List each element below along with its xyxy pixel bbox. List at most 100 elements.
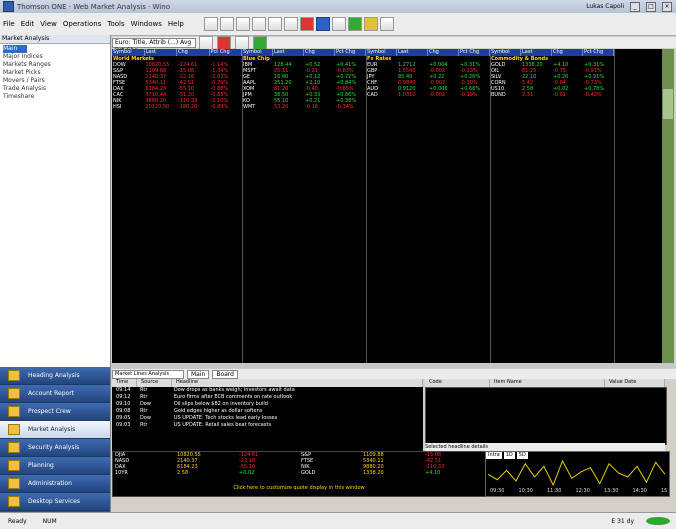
grid-delete-icon[interactable] bbox=[217, 35, 231, 50]
news-filter-select[interactable]: Market Lines Analysis bbox=[112, 369, 184, 379]
sidebar-item-major-indices[interactable]: Major Indices bbox=[3, 53, 107, 61]
news-row[interactable]: 09:12 Rtr Euro firms after ECB comments on… bbox=[112, 394, 423, 401]
toolbar-settings-icon[interactable] bbox=[379, 17, 394, 31]
toolbar-news-icon[interactable] bbox=[283, 17, 298, 31]
news-col-time[interactable]: Time bbox=[112, 379, 137, 387]
column-header-cell[interactable]: Chg bbox=[177, 49, 210, 56]
column-header-cell[interactable]: Chg bbox=[428, 49, 459, 56]
sidebar-item-market-picks[interactable]: Market Picks bbox=[3, 69, 107, 77]
column-header-cell[interactable]: Last bbox=[521, 49, 552, 56]
grid-add-icon[interactable] bbox=[235, 35, 249, 50]
ticker-message[interactable]: Click here to customize quote display in… bbox=[113, 485, 485, 491]
mini-chart-tick-label: 13:30 bbox=[604, 488, 618, 494]
sidebar-item-timeshare[interactable]: Timeshare bbox=[3, 93, 107, 101]
news-col-headline[interactable]: Headline bbox=[172, 379, 423, 387]
menu-tools[interactable]: Tools bbox=[104, 20, 127, 28]
quote-row[interactable]: HSI 20120.50 -180.20 -0.89% bbox=[112, 104, 242, 110]
nav-desktop-services[interactable]: Desktop Services bbox=[0, 493, 110, 511]
toolbar-alert-icon[interactable] bbox=[299, 17, 314, 31]
menu-help[interactable]: Help bbox=[165, 20, 187, 28]
column-header-cell[interactable]: Symbol bbox=[112, 49, 145, 56]
nav-administration[interactable]: Administration bbox=[0, 475, 110, 493]
detail-col-date[interactable]: Value Date bbox=[605, 379, 665, 387]
nav-account-report[interactable]: Account Report bbox=[0, 385, 110, 403]
news-row[interactable]: 09:10 Dow Oil slips below $82 on inventory… bbox=[112, 401, 423, 408]
column-header-cell[interactable]: Chg bbox=[552, 49, 583, 56]
sidebar-item-movers[interactable]: Movers / Pairs bbox=[3, 77, 107, 85]
close-button[interactable]: × bbox=[662, 1, 672, 12]
news-row[interactable]: 09:03 Rtr US UPDATE: Retail sales beat for… bbox=[112, 422, 423, 429]
detail-header: Code Item Name Value Date bbox=[425, 379, 665, 387]
menu-view[interactable]: View bbox=[37, 20, 60, 28]
menu-file[interactable]: File bbox=[0, 20, 18, 28]
status-mid: NUM bbox=[42, 517, 57, 525]
grid-export-icon[interactable] bbox=[253, 35, 267, 50]
column-header-cell[interactable]: Pct Chg bbox=[459, 49, 490, 56]
vertical-scrollbar[interactable] bbox=[662, 49, 674, 363]
toolbar-help-icon[interactable] bbox=[331, 17, 346, 31]
menu-operations[interactable]: Operations bbox=[60, 20, 104, 28]
view-select[interactable]: Euro: Title, Attrib (...) Avg Pct Chg bbox=[112, 37, 196, 54]
tab-main[interactable]: Main bbox=[187, 369, 210, 379]
quote-row[interactable]: BUND 2.31 -0.01 -0.43% bbox=[490, 92, 614, 98]
column-header-cell[interactable]: Pct Chg bbox=[583, 49, 614, 56]
column-header-cell[interactable]: Symbol bbox=[490, 49, 521, 56]
detail-col-item[interactable]: Item Name bbox=[490, 379, 605, 387]
column-header-cell[interactable]: Pct Chg bbox=[335, 49, 366, 56]
toolbar-forward-icon[interactable] bbox=[219, 17, 234, 31]
news-row[interactable]: 09:08 Rtr Gold edges higher as dollar soft… bbox=[112, 408, 423, 415]
sidebar-item-trade-analysis[interactable]: Trade Analysis bbox=[3, 85, 107, 93]
quote-row[interactable]: WMT 53.20 -0.18 -0.34% bbox=[242, 104, 366, 110]
toolbar-folder-icon[interactable] bbox=[363, 17, 378, 31]
toolbar-search-icon[interactable] bbox=[315, 17, 330, 31]
nav-heading-analysis[interactable]: Heading Analysis bbox=[0, 367, 110, 385]
ticker-value: 2.58 bbox=[177, 470, 189, 476]
menu-edit[interactable]: Edit bbox=[18, 20, 38, 28]
chart-tab-5d[interactable]: 5D bbox=[516, 452, 528, 459]
column-header-cell[interactable]: Chg bbox=[304, 49, 335, 56]
sidebar-item-market-ranges[interactable]: Markets Ranges bbox=[3, 61, 107, 69]
menu-windows[interactable]: Windows bbox=[128, 20, 165, 28]
chart-tab-1d[interactable]: 1D bbox=[503, 452, 515, 459]
quote-symbol: WMT bbox=[243, 104, 256, 110]
ticker-panel: DJIA 10820.55 -124.61 S&P 1109.88 -15.08 NASD 2… bbox=[112, 451, 486, 497]
tab-board[interactable]: Board bbox=[212, 369, 238, 379]
toolbar-chart-icon[interactable] bbox=[267, 17, 282, 31]
scroll-thumb[interactable] bbox=[663, 89, 673, 119]
grid-column-group: Symbol Last Chg Pct Chg Commodity & Bonds GOL… bbox=[490, 49, 615, 363]
nav-security-analysis[interactable]: Security Analysis bbox=[0, 439, 110, 457]
toolbar-back-icon[interactable] bbox=[203, 17, 218, 31]
sidebar-item-main[interactable]: Main bbox=[3, 45, 27, 53]
maximize-button[interactable]: □ bbox=[646, 1, 656, 12]
nav-prospect-crew[interactable]: Prospect Crew bbox=[0, 403, 110, 421]
status-left: Ready bbox=[8, 517, 27, 525]
news-headline: Dow drops as banks weigh; investors awai… bbox=[173, 387, 295, 393]
folder-icon bbox=[8, 496, 20, 507]
minimize-button[interactable]: _ bbox=[630, 1, 640, 12]
grid-refresh-icon[interactable] bbox=[199, 35, 213, 50]
nav-market-analysis[interactable]: Market Analysis bbox=[0, 421, 110, 439]
news-headline: Oil slips below $82 on inventory build bbox=[173, 401, 268, 407]
ticker-value: +0.02 bbox=[239, 470, 255, 476]
quote-value: -0.43% bbox=[584, 92, 602, 98]
news-time: 09:05 bbox=[116, 415, 131, 421]
detail-col-code[interactable]: Code bbox=[425, 379, 490, 387]
column-header-cell[interactable]: Symbol bbox=[242, 49, 273, 56]
nav-planning[interactable]: Planning bbox=[0, 457, 110, 475]
quote-value: 20120.50 bbox=[145, 104, 170, 110]
chart-tab-intra[interactable]: Intra bbox=[486, 452, 502, 459]
news-row[interactable]: 09:14 Rtr Dow drops as banks weigh; invest… bbox=[112, 387, 423, 394]
news-col-source[interactable]: Source bbox=[137, 379, 172, 387]
news-time: 09:12 bbox=[116, 394, 131, 400]
column-header-cell[interactable]: Last bbox=[397, 49, 428, 56]
column-header-cell[interactable]: Symbol bbox=[366, 49, 397, 56]
quote-row[interactable]: CAD 1.0310 -0.002 -0.19% bbox=[366, 92, 490, 98]
toolbar-refresh-icon[interactable] bbox=[235, 17, 250, 31]
toolbar-print-icon[interactable] bbox=[251, 17, 266, 31]
news-row[interactable]: 09:05 Dow US UPDATE: Tech stocks lead earl… bbox=[112, 415, 423, 422]
column-header-cell[interactable]: Last bbox=[273, 49, 304, 56]
column-header-cell[interactable]: Pct Chg bbox=[210, 49, 242, 56]
toolbar-quote-icon[interactable] bbox=[347, 17, 362, 31]
column-header-cell[interactable]: Last bbox=[145, 49, 177, 56]
news-source: Rtr bbox=[139, 387, 148, 393]
